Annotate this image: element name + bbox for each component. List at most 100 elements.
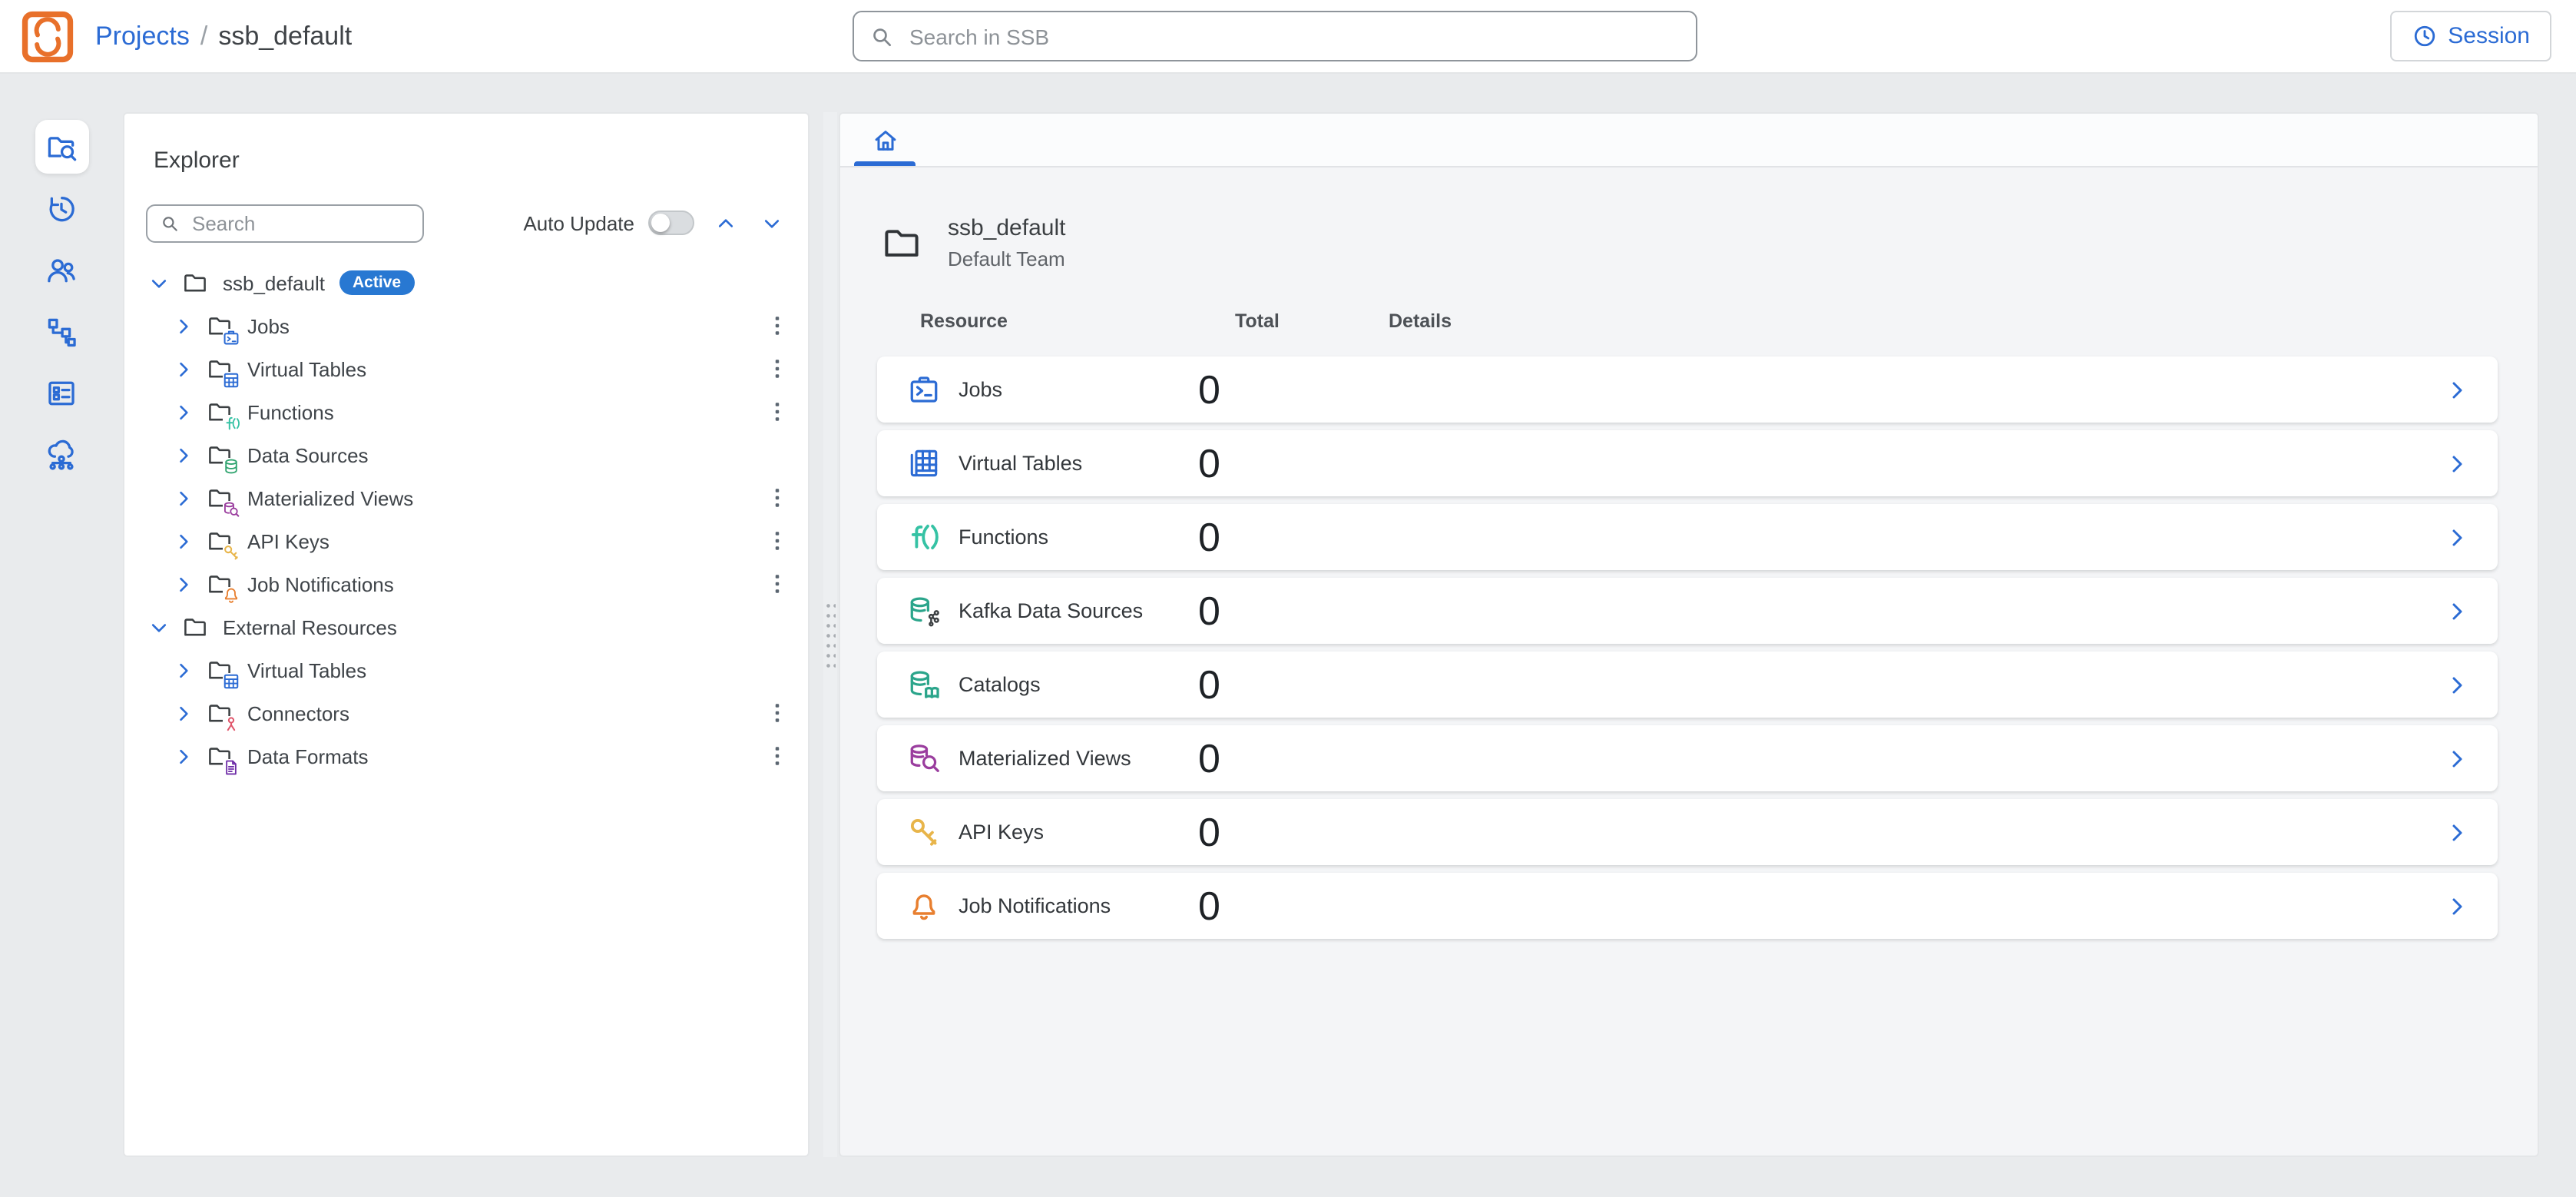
chevron-right-icon[interactable]: [174, 316, 194, 336]
chevron-right-icon[interactable]: [2445, 378, 2468, 401]
chevron-right-icon[interactable]: [2445, 526, 2468, 549]
resource-row-jobs[interactable]: Jobs0: [877, 356, 2498, 423]
badge-api-keys-icon: [223, 543, 240, 560]
kebab-menu-icon[interactable]: [763, 526, 791, 556]
badge-connectors-icon: [223, 715, 240, 732]
kafka-data-sources-icon: [906, 593, 942, 628]
chevron-down-icon: [761, 213, 781, 233]
folder-search-icon: [45, 130, 78, 164]
tree-row-ssb-default[interactable]: ssb_defaultActive: [124, 261, 808, 304]
chevron-down-icon[interactable]: [149, 273, 169, 293]
explorer-search-input[interactable]: [189, 210, 410, 236]
tree-row-virtual-tables[interactable]: Virtual Tables: [124, 347, 808, 390]
chevron-right-icon[interactable]: [174, 660, 194, 680]
session-button[interactable]: Session: [2389, 11, 2551, 61]
kebab-menu-icon[interactable]: [763, 741, 791, 771]
rail-item-cloud[interactable]: [35, 427, 88, 481]
folder-icon: [181, 268, 209, 296]
chevron-right-icon[interactable]: [2445, 894, 2468, 917]
breadcrumb-separator: /: [200, 21, 207, 51]
explorer-search-box[interactable]: [146, 204, 424, 242]
global-search-input[interactable]: [906, 22, 1680, 50]
rail-item-history[interactable]: [35, 181, 88, 235]
tree-row-data-formats[interactable]: Data Formats: [124, 734, 808, 778]
chevron-right-icon[interactable]: [174, 746, 194, 766]
tree-row-data-sources[interactable]: Data Sources: [124, 433, 808, 476]
ssb-app-window: Projects / ssb_default Session Explorer …: [0, 0, 2576, 1197]
folder-icon: [880, 221, 923, 264]
resource-list: Jobs0 Virtual Tables0 Functions0 Kafka Data…: [877, 356, 2498, 939]
rail-item-teams[interactable]: [35, 243, 88, 297]
collapse-down-button[interactable]: [756, 207, 786, 238]
tab-home[interactable]: [851, 114, 919, 166]
folder-icon: [206, 483, 235, 512]
ssb-logo-icon[interactable]: [22, 10, 74, 62]
kebab-menu-icon[interactable]: [763, 569, 791, 599]
kebab-menu-icon[interactable]: [763, 310, 791, 341]
chevron-right-icon[interactable]: [174, 531, 194, 551]
auto-update-toggle[interactable]: [648, 211, 694, 235]
catalogs-icon: [906, 667, 942, 702]
panel-resize-handle[interactable]: [823, 112, 837, 1157]
chevron-right-icon[interactable]: [2445, 452, 2468, 475]
chevron-right-icon[interactable]: [2445, 747, 2468, 770]
tree-row-api-keys[interactable]: API Keys: [124, 519, 808, 562]
rail-item-forms[interactable]: [35, 366, 88, 419]
collapse-up-button[interactable]: [710, 207, 740, 238]
session-button-label: Session: [2448, 23, 2530, 49]
entity-header: ssb_default Default Team: [880, 215, 2498, 270]
chevron-down-icon[interactable]: [149, 617, 169, 637]
chevron-right-icon[interactable]: [174, 359, 194, 379]
chevron-right-icon[interactable]: [174, 703, 194, 723]
resource-row-api-keys[interactable]: API Keys0: [877, 799, 2498, 865]
explorer-toolbar: Auto Update: [146, 203, 786, 243]
chevron-right-icon[interactable]: [174, 488, 194, 508]
chevron-right-icon[interactable]: [2445, 599, 2468, 622]
badge-data-sources-icon: [223, 457, 240, 474]
chevron-right-icon[interactable]: [174, 445, 194, 465]
folder-icon: [206, 526, 235, 555]
folder-icon: [206, 741, 235, 771]
folder-icon: [206, 440, 235, 469]
top-bar: Projects / ssb_default Session: [0, 0, 2576, 74]
chevron-right-icon[interactable]: [2445, 821, 2468, 844]
global-search-box[interactable]: [853, 11, 1697, 61]
rail-item-lineage[interactable]: [35, 304, 88, 358]
folder-icon: [206, 311, 235, 340]
chevron-right-icon[interactable]: [174, 402, 194, 422]
tree-item-label: Data Formats: [247, 744, 369, 768]
kebab-menu-icon[interactable]: [763, 353, 791, 384]
kebab-menu-icon[interactable]: [763, 396, 791, 427]
chevron-right-icon[interactable]: [2445, 673, 2468, 696]
resource-label: Catalogs: [959, 673, 1041, 696]
breadcrumb-projects-link[interactable]: Projects: [95, 21, 190, 51]
home-icon: [870, 125, 899, 154]
badge-virtual-tables-icon: [223, 371, 240, 388]
resource-total: 0: [1198, 882, 1220, 930]
resource-row-functions[interactable]: Functions0: [877, 504, 2498, 570]
resource-row-kafka-data-sources[interactable]: Kafka Data Sources0: [877, 578, 2498, 644]
folder-icon: [206, 354, 235, 383]
column-resource: Resource: [920, 310, 1008, 332]
folder-icon: [206, 569, 235, 598]
tree-row-functions[interactable]: Functions: [124, 390, 808, 433]
resource-row-materialized-views[interactable]: Materialized Views0: [877, 725, 2498, 791]
explorer-title: Explorer: [154, 148, 808, 174]
resource-total: 0: [1198, 366, 1220, 413]
tree-row-materialized-views[interactable]: Materialized Views: [124, 476, 808, 519]
tree-row-external-resources[interactable]: External Resources: [124, 605, 808, 648]
tree-row-virtual-tables[interactable]: Virtual Tables: [124, 648, 808, 691]
resource-row-job-notifications[interactable]: Job Notifications0: [877, 873, 2498, 939]
resource-row-virtual-tables[interactable]: Virtual Tables0: [877, 430, 2498, 496]
tree-row-connectors[interactable]: Connectors: [124, 691, 808, 734]
column-total: Total: [1235, 310, 1280, 332]
resource-row-catalogs[interactable]: Catalogs0: [877, 652, 2498, 718]
folder-icon: [206, 698, 235, 728]
kebab-menu-icon[interactable]: [763, 698, 791, 728]
chevron-right-icon[interactable]: [174, 574, 194, 594]
resource-total: 0: [1198, 513, 1220, 561]
kebab-menu-icon[interactable]: [763, 482, 791, 513]
rail-item-explorer[interactable]: [35, 120, 88, 174]
tree-row-jobs[interactable]: Jobs: [124, 304, 808, 347]
tree-row-job-notifications[interactable]: Job Notifications: [124, 562, 808, 605]
